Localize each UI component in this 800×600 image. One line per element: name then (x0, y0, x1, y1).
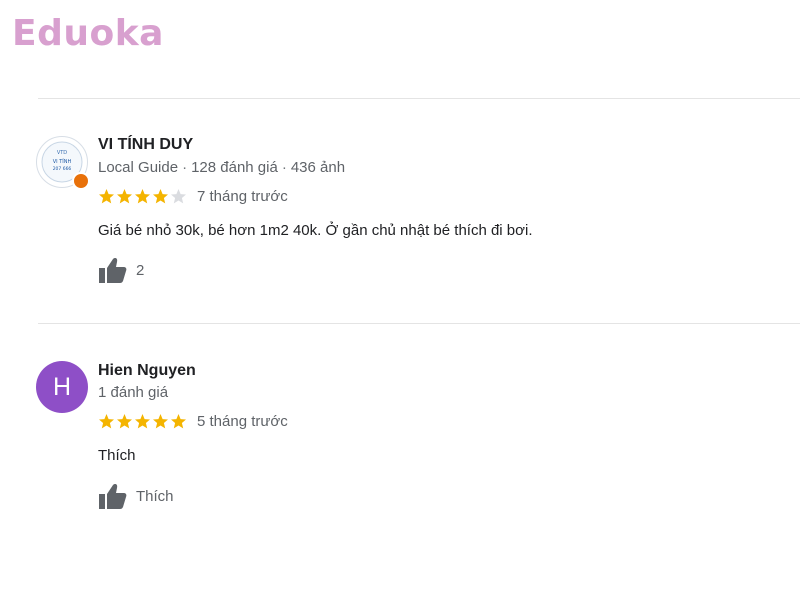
meta-separator: · (281, 159, 287, 176)
star-filled-icon (117, 414, 132, 429)
star-filled-icon (153, 189, 168, 204)
thumbs-up-icon (99, 484, 127, 509)
avatar[interactable]: H (36, 361, 88, 413)
review-count: 128 đánh giá (191, 159, 278, 176)
svg-text:207 666: 207 666 (53, 166, 72, 172)
star-filled-icon (99, 189, 114, 204)
review-text: Thích (98, 447, 136, 464)
review-card: VTD VI TÍNH 207 666 VI TÍNH DUY Local Gu… (0, 136, 800, 336)
star-rating (98, 413, 187, 430)
like-count: 2 (136, 261, 145, 279)
star-filled-icon (117, 189, 132, 204)
review-time: 7 tháng trước (197, 188, 288, 205)
review-card: H Hien Nguyen 1 đánh giá 5 tháng trước T… (0, 361, 800, 561)
star-rating (98, 188, 187, 205)
star-filled-icon (153, 414, 168, 429)
divider (38, 323, 800, 324)
local-guide-label: Local Guide (98, 159, 179, 176)
review-text: Giá bé nhỏ 30k, bé hơn 1m2 40k. Ở gần ch… (98, 222, 533, 239)
avatar[interactable]: VTD VI TÍNH 207 666 (36, 136, 90, 190)
star-filled-icon (135, 414, 150, 429)
like-button[interactable]: Thích (98, 482, 174, 510)
eduoka-logo: Eduoka (12, 13, 164, 54)
review-time: 5 tháng trước (197, 413, 288, 430)
divider (38, 98, 800, 99)
star-filled-icon (99, 414, 114, 429)
star-filled-icon (135, 189, 150, 204)
star-empty-icon (171, 189, 186, 204)
like-button[interactable]: 2 (98, 256, 144, 284)
star-filled-icon (171, 414, 186, 429)
author-name[interactable]: Hien Nguyen (98, 362, 196, 380)
author-meta: Local Guide · 128 đánh giá · 436 ảnh (98, 159, 345, 176)
like-label: Thích (136, 487, 174, 505)
thumbs-up-icon (99, 258, 127, 283)
photo-count: 436 ảnh (290, 159, 346, 176)
local-guide-badge-icon (72, 172, 90, 190)
review-count: 1 đánh giá (98, 384, 169, 401)
author-meta: 1 đánh giá (98, 384, 168, 401)
rating-row: 5 tháng trước (98, 413, 288, 430)
meta-separator: · (182, 159, 188, 176)
svg-text:VI TÍNH: VI TÍNH (53, 158, 72, 165)
author-name[interactable]: VI TÍNH DUY (98, 136, 193, 154)
svg-text:VTD: VTD (57, 150, 67, 156)
rating-row: 7 tháng trước (98, 188, 288, 205)
